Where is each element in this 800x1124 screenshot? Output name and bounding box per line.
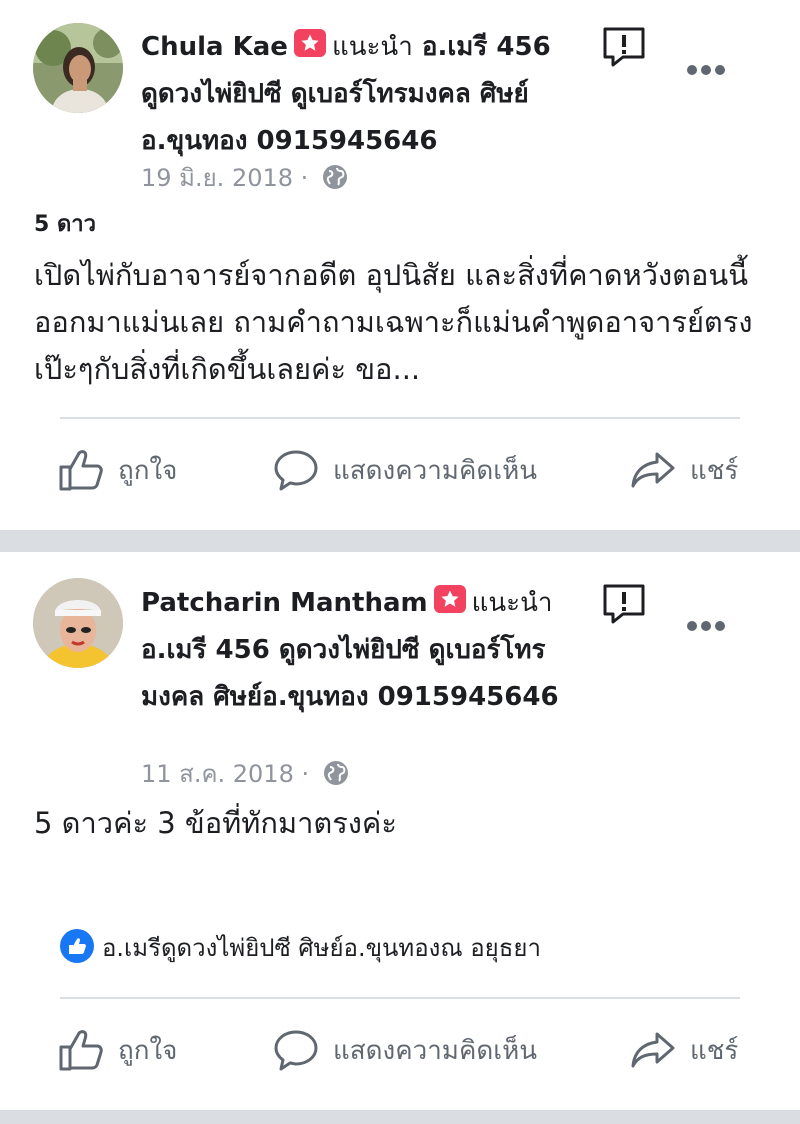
page-name[interactable]: อ.เมรี 456 ดูดวงไพ่ยิปซี ดูเบอร์โทรมงคล … bbox=[141, 635, 559, 712]
reactions-summary[interactable]: อ.เมรีดูดวงไพ่ยิปซี ศิษย์อ.ขุนทองณ อยุธย… bbox=[60, 928, 541, 967]
post-header: Patcharin Mantham แนะนำ อ.เมรี 456 ดูดวงไ… bbox=[141, 580, 581, 721]
report-flag-icon[interactable] bbox=[601, 583, 647, 625]
recommend-star-icon bbox=[433, 585, 466, 613]
comment-label: แสดงความคิดเห็น bbox=[333, 1035, 538, 1066]
meta-separator: · bbox=[301, 760, 310, 788]
author-name[interactable]: Patcharin Mantham bbox=[141, 588, 428, 618]
post-date[interactable]: 11 ส.ค. 2018 bbox=[141, 760, 294, 788]
share-arrow-icon bbox=[631, 1032, 675, 1068]
post-separator bbox=[0, 1110, 800, 1124]
comment-bubble-icon bbox=[274, 1030, 318, 1071]
comment-button[interactable]: แสดงความคิดเห็น bbox=[273, 1020, 537, 1080]
review-post: Patcharin Mantham แนะนำ อ.เมรี 456 ดูดวงไ… bbox=[0, 0, 800, 1110]
share-label: แชร์ bbox=[690, 1035, 739, 1066]
more-options-icon[interactable] bbox=[686, 617, 726, 631]
thumbs-up-icon bbox=[59, 1030, 103, 1071]
share-button[interactable]: แชร์ bbox=[630, 1020, 738, 1080]
like-label: ถูกใจ bbox=[118, 1035, 178, 1066]
review-text: 5 ดาวค่ะ 3 ข้อที่ทักมาตรงค่ะ bbox=[34, 806, 397, 840]
divider bbox=[60, 997, 740, 999]
recommends-label: แนะนำ bbox=[471, 588, 553, 618]
like-button[interactable]: ถูกใจ bbox=[58, 1020, 177, 1080]
reaction-names: อ.เมรีดูดวงไพ่ยิปซี ศิษย์อ.ขุนทองณ อยุธย… bbox=[102, 934, 541, 962]
action-bar: ถูกใจ แสดงความคิดเห็น แชร์ bbox=[0, 1020, 800, 1080]
avatar[interactable] bbox=[33, 578, 123, 668]
globe-icon bbox=[323, 760, 349, 792]
thumbs-up-icon bbox=[60, 929, 94, 963]
post-meta: 11 ส.ค. 2018 · bbox=[141, 754, 349, 793]
